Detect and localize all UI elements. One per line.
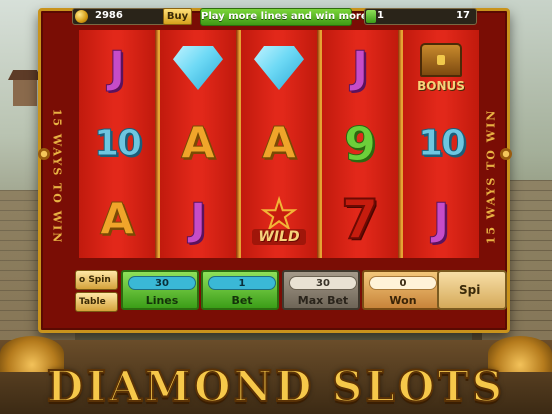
left-knob-icon: [38, 148, 50, 160]
max-bet-button[interactable]: 30 Max Bet: [282, 270, 360, 310]
reel-cell: [241, 30, 317, 106]
reel-cell: A: [241, 106, 317, 182]
symbol-j: J: [432, 194, 450, 245]
coin-icon: [75, 10, 88, 23]
symbol-a: A: [99, 194, 135, 245]
max-bet-label: Max Bet: [297, 294, 349, 307]
reel-area: J 10 A A J A ★ WILD J 9 7 BONUS 10 J: [79, 30, 479, 258]
symbol-7: 7: [340, 188, 380, 251]
symbol-j: J: [108, 42, 126, 93]
reel-2: AJ: [160, 30, 236, 258]
reel-cell: BONUS: [403, 30, 479, 106]
right-knob-icon: [500, 148, 512, 160]
level-progress-bar: 1 17: [364, 8, 477, 25]
reel-cell: ★ WILD: [241, 182, 317, 258]
diamond-symbol-icon: [254, 46, 304, 90]
lines-label: Lines: [145, 294, 179, 307]
game-title: DIAMOND SLOTS: [46, 361, 506, 412]
lines-value: 30: [128, 276, 196, 290]
level-number: 1: [377, 10, 384, 21]
treasure-chest-icon: [420, 43, 462, 77]
won-value: 0: [369, 276, 437, 290]
reel-cell: J: [160, 182, 236, 258]
won-label: Won: [389, 294, 417, 307]
reel-cell: J: [79, 30, 155, 106]
coin-value: 2986: [95, 10, 123, 21]
reel-4: J 9 7: [322, 30, 398, 258]
promo-banner[interactable]: Play more lines and win more!: [200, 8, 372, 26]
reel-cell: J: [322, 30, 398, 106]
wild-label: WILD: [252, 229, 306, 245]
max-bet-value: 30: [289, 276, 357, 290]
reel-3: A ★ WILD: [241, 30, 317, 258]
bonus-symbol: BONUS: [417, 43, 465, 93]
level-target: 17: [456, 10, 470, 21]
symbol-a: A: [180, 118, 216, 169]
paytable-button[interactable]: Table: [75, 292, 118, 312]
diamond-symbol-icon: [173, 46, 223, 90]
symbol-9: 9: [343, 117, 376, 171]
reel-cell: A: [160, 106, 236, 182]
reel-cell: [160, 30, 236, 106]
reel-cell: 9: [322, 106, 398, 182]
bet-label: Bet: [231, 294, 253, 307]
symbol-10: 10: [417, 123, 466, 164]
reel-cell: 10: [403, 106, 479, 182]
reel-cell: 10: [79, 106, 155, 182]
top-bar: 2986 Buy Play more lines and win more! 1…: [72, 8, 482, 26]
reel-cell: J: [403, 182, 479, 258]
bonus-label: BONUS: [417, 79, 465, 93]
side-text-right: 15 WAYS TO WIN: [484, 108, 498, 244]
control-bar: o Spin Table 30 Lines 1 Bet 30 Max Bet 0…: [75, 266, 507, 316]
symbol-10: 10: [93, 123, 142, 164]
bet-value: 1: [208, 276, 276, 290]
symbol-a: A: [261, 118, 297, 169]
won-display: 0 Won: [362, 270, 440, 310]
bet-control[interactable]: 1 Bet: [201, 270, 279, 310]
side-text-left: 15 WAYS TO WIN: [50, 108, 64, 244]
reel-cell: 7: [322, 182, 398, 258]
pagoda-icon: [8, 70, 42, 110]
level-progress-fill: [366, 10, 376, 23]
lines-control[interactable]: 30 Lines: [121, 270, 199, 310]
buy-button[interactable]: Buy: [163, 8, 192, 25]
reel-cell: A: [79, 182, 155, 258]
spin-button[interactable]: Spi: [437, 270, 507, 310]
symbol-j: J: [189, 194, 207, 245]
reel-1: J 10 A: [79, 30, 155, 258]
symbol-j: J: [351, 42, 369, 93]
auto-spin-button[interactable]: o Spin: [75, 270, 118, 290]
reel-5: BONUS 10 J: [403, 30, 479, 258]
wild-symbol: ★ WILD: [252, 194, 306, 245]
